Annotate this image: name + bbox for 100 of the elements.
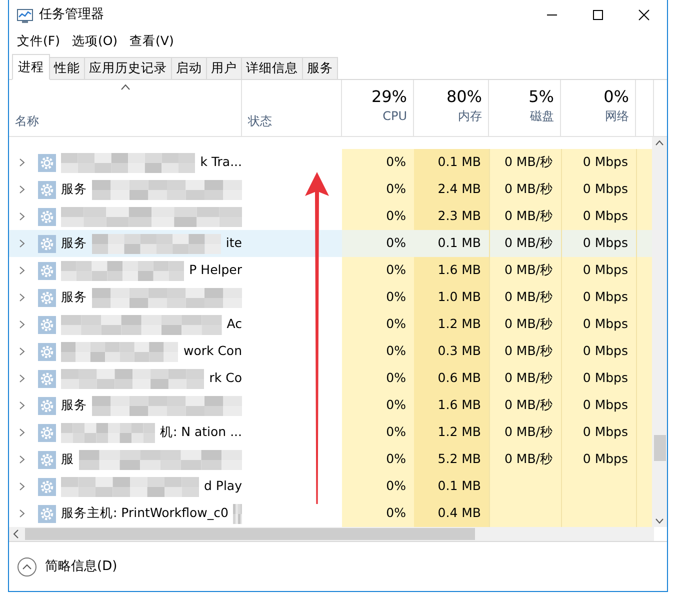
table-cell-text: 0% — [386, 450, 406, 468]
table-cell-text: 0% — [386, 396, 406, 414]
table-cell-text: 0% — [386, 342, 406, 360]
gear-icon — [38, 154, 56, 172]
tab[interactable]: 性能 — [50, 56, 85, 80]
table-cell-text: 1.2 MB — [438, 315, 481, 334]
table-cell-text: 0 MB/秒 — [504, 450, 553, 468]
table-cell-text: 0.1 MB — [438, 477, 481, 496]
scroll-thumb[interactable] — [25, 528, 475, 540]
process-name: Ac — [226, 315, 242, 334]
expand-chevron-icon[interactable] — [19, 428, 25, 438]
gear-icon — [38, 450, 56, 469]
table-cell-text: 0% — [386, 261, 406, 280]
table-cell-text: 0 Mbps — [582, 261, 628, 280]
table-cell-text: 0 MB/秒 — [504, 153, 553, 172]
table-cell-text: 1.0 MB — [438, 288, 481, 306]
process-row[interactable]: d Play 0% 0.1 MB — [9, 473, 652, 500]
maximize-icon — [593, 10, 603, 20]
tab[interactable]: 用户 — [207, 56, 242, 80]
column-header[interactable]: 磁盘 — [530, 106, 554, 125]
table-cell-text: 0 Mbps — [582, 180, 628, 198]
gear-icon — [38, 478, 56, 496]
process-row[interactable]: 0% 2.3 MB 0 MB/秒 0 Mbps — [9, 203, 652, 230]
expand-chevron-icon[interactable] — [19, 347, 25, 356]
table-cell-text: 2.3 MB — [438, 207, 481, 226]
column-header[interactable]: CPU — [382, 106, 407, 125]
column-total: 29% — [371, 86, 407, 107]
process-row[interactable]: work Con 0% 0.3 MB 0 MB/秒 0 Mbps — [9, 338, 652, 366]
expand-chevron-icon[interactable] — [19, 185, 25, 194]
expand-chevron-icon[interactable] — [19, 158, 25, 168]
process-row[interactable]: 机: N ation ... 0% 1.2 MB 0 MB/秒 0 Mbps — [9, 419, 652, 446]
table-cell-text: 2.4 MB — [438, 180, 481, 198]
table-cell-text: 0 MB/秒 — [504, 288, 553, 306]
gear-icon — [38, 504, 56, 523]
table-cell-text: 0% — [386, 423, 406, 442]
tab[interactable]: 启动 — [172, 56, 207, 80]
expand-chevron-icon[interactable] — [19, 509, 25, 518]
column-header[interactable]: 内存 — [458, 106, 482, 125]
table-cell-text: 0.4 MB — [438, 504, 481, 522]
sort-caret-icon — [120, 84, 130, 90]
expand-chevron-icon[interactable] — [19, 482, 25, 492]
tab[interactable]: 应用历史记录 — [85, 56, 172, 80]
scroll-thumb[interactable] — [654, 435, 666, 462]
tab[interactable]: 详细信息 — [242, 56, 303, 80]
expand-chevron-icon[interactable] — [19, 374, 25, 384]
vertical-scrollbar[interactable] — [652, 137, 667, 528]
expand-chevron-icon[interactable] — [19, 239, 25, 248]
tab[interactable]: 进程 — [12, 54, 50, 80]
process-row[interactable]: Ac 0% 1.2 MB 0 MB/秒 0 Mbps — [9, 311, 652, 338]
process-row[interactable]: 服务 0% 1.6 MB 0 MB/秒 0 Mbps — [9, 392, 652, 420]
gear-icon — [38, 342, 56, 361]
table-cell-text: 0 Mbps — [582, 153, 628, 172]
table-cell-text: 0 MB/秒 — [504, 423, 553, 442]
table-cell-text: 0 MB/秒 — [504, 342, 553, 360]
process-name: 服务 — [61, 234, 87, 252]
table-cell-text: 0% — [386, 477, 406, 496]
app-icon — [17, 8, 33, 23]
expand-chevron-icon[interactable] — [19, 320, 25, 330]
process-row[interactable]: 服务 ite 0% 0.1 MB 0 MB/秒 0 Mbps — [9, 230, 652, 258]
expand-chevron-icon[interactable] — [19, 293, 25, 302]
fewer-details-button[interactable]: 简略信息(D) — [17, 556, 118, 576]
table-cell-text: 0% — [386, 504, 406, 522]
process-name: k Tra... — [200, 153, 242, 172]
table-cell-text: 0.1 MB — [438, 234, 481, 252]
column-header[interactable]: 状态 — [248, 112, 335, 130]
process-row[interactable]: k Tra... 0% 0.1 MB 0 MB/秒 0 Mbps — [9, 149, 652, 176]
table-cell-text: 1.6 MB — [438, 261, 481, 280]
table-cell-text: 0 MB/秒 — [504, 315, 553, 334]
gear-icon — [38, 262, 56, 280]
table-cell-text: 0% — [386, 234, 406, 252]
horizontal-scrollbar[interactable] — [9, 527, 654, 541]
expand-chevron-icon[interactable] — [19, 455, 25, 464]
column-header[interactable]: 名称 — [15, 112, 235, 130]
menu-item[interactable]: 文件(F) — [13, 32, 64, 51]
process-row[interactable]: 服务 0% 1.0 MB 0 MB/秒 0 Mbps — [9, 284, 652, 312]
gear-icon — [38, 370, 56, 388]
process-row[interactable]: rk Co 0% 0.6 MB 0 MB/秒 0 Mbps — [9, 365, 652, 392]
gear-icon — [38, 424, 56, 442]
table-cell-text: 0.1 MB — [438, 153, 481, 172]
table-cell-text: 0% — [386, 180, 406, 198]
process-name: rk Co — [209, 369, 242, 388]
expand-chevron-icon[interactable] — [19, 266, 25, 276]
process-row[interactable]: P Helper 0% 1.6 MB 0 MB/秒 0 Mbps — [9, 257, 652, 284]
column-header[interactable]: 网络 — [605, 106, 629, 125]
table-cell-text: 0 Mbps — [582, 396, 628, 414]
table-cell-text: 0.3 MB — [438, 342, 481, 360]
process-row[interactable]: 服务 0% 2.4 MB 0 MB/秒 0 Mbps — [9, 176, 652, 204]
process-name: ite — [226, 234, 242, 252]
process-row[interactable]: 服务主机: PrintWorkflow_c0 0% 0.4 MB — [9, 500, 652, 528]
gear-icon — [38, 396, 56, 415]
tab[interactable]: 服务 — [303, 56, 338, 80]
process-name: 服务主机: PrintWorkflow_c0 — [61, 504, 228, 522]
menu-item[interactable]: 查看(V) — [126, 32, 178, 51]
process-row[interactable]: 服 0% 5.2 MB 0 MB/秒 0 Mbps — [9, 446, 652, 474]
expand-chevron-icon[interactable] — [19, 401, 25, 410]
table-cell-text: 0% — [386, 288, 406, 306]
expand-chevron-icon[interactable] — [19, 212, 25, 222]
menu-item[interactable]: 选项(O) — [68, 32, 122, 51]
process-name: 服务 — [61, 396, 87, 414]
table-cell-text: 5.2 MB — [438, 450, 481, 468]
